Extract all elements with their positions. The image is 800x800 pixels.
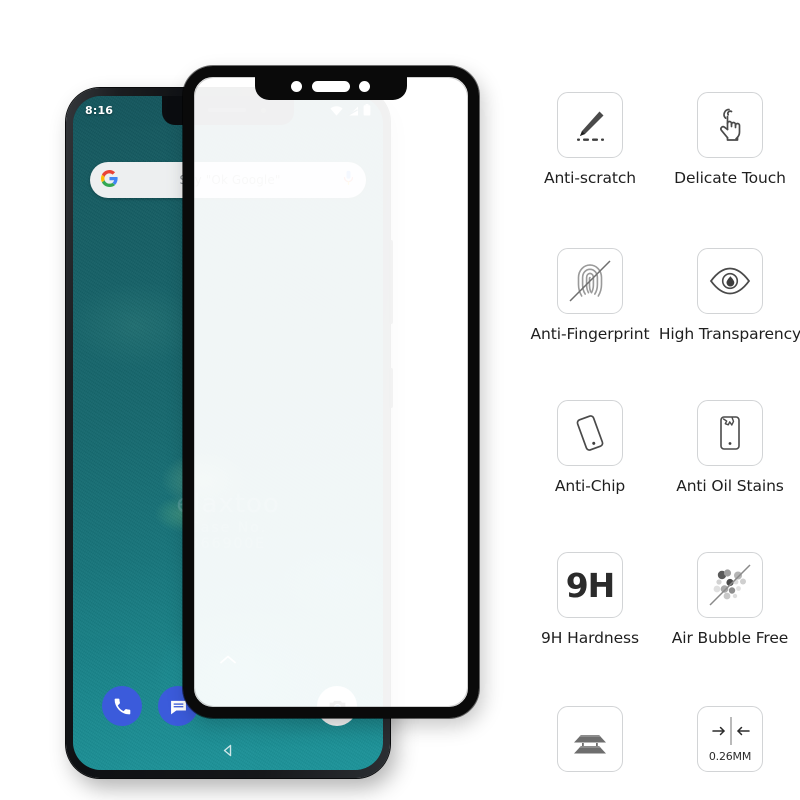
feature-label: Air Bubble Free — [671, 629, 789, 647]
feature-grid: Anti-scratch Delicate Touch Anti-Fingerp… — [520, 0, 800, 800]
thickness-arrows-icon: 0.26MM — [697, 706, 763, 772]
earpiece-cutout-icon — [312, 81, 350, 92]
feature-row: Anti-Fingerprint High Transparency — [520, 248, 800, 343]
front-camera-cutout-icon — [291, 81, 302, 92]
feature-anti-fingerprint: Anti-Fingerprint — [520, 248, 660, 343]
feature-label: Delicate Touch — [674, 169, 786, 187]
glass-inner-edge — [194, 77, 468, 707]
phone-showcase: 8:16 — [0, 0, 520, 800]
fingerprint-slash-icon — [557, 248, 623, 314]
phone-oil-splash-icon — [697, 400, 763, 466]
layered-glass-icon — [557, 706, 623, 772]
feature-thickness: 0.26MM — [660, 706, 800, 783]
google-logo-icon — [101, 169, 118, 191]
feature-layered-glass — [520, 706, 660, 783]
nine-h-label: 9H — [565, 565, 616, 605]
feature-label: Anti-Chip — [554, 477, 626, 495]
bubbles-slash-icon — [697, 552, 763, 618]
feature-row: 9H 9H Hardness Air Bubble Free — [520, 552, 800, 647]
glass-screen-protector — [183, 66, 479, 718]
back-triangle-icon[interactable] — [222, 742, 235, 761]
thickness-value: 0.26MM — [708, 750, 752, 763]
feature-anti-oil-stains: Anti Oil Stains — [660, 400, 800, 495]
feature-row: Anti-Chip Anti Oil Stains — [520, 400, 800, 495]
feature-label: Anti-scratch — [543, 169, 637, 187]
feature-anti-scratch: Anti-scratch — [520, 92, 660, 187]
feature-row: 0.26MM — [520, 706, 800, 783]
feature-delicate-touch: Delicate Touch — [660, 92, 800, 187]
glass-notch-bridge — [255, 66, 407, 100]
status-time: 8:16 — [85, 104, 114, 117]
phone-app-icon[interactable] — [102, 686, 142, 726]
pen-scratch-icon — [557, 92, 623, 158]
nine-h-text-icon: 9H — [557, 552, 623, 618]
tap-hand-icon — [697, 92, 763, 158]
feature-row: Anti-scratch Delicate Touch — [520, 92, 800, 187]
feature-label: High Transparency — [658, 325, 800, 343]
feature-9h-hardness: 9H 9H Hardness — [520, 552, 660, 647]
tilted-phone-icon — [557, 400, 623, 466]
feature-anti-chip: Anti-Chip — [520, 400, 660, 495]
feature-label: Anti-Fingerprint — [530, 325, 650, 343]
feature-high-transparency: High Transparency — [658, 248, 800, 343]
eye-icon — [697, 248, 763, 314]
feature-label: 9H Hardness — [541, 629, 639, 647]
feature-label: Anti Oil Stains — [676, 477, 784, 495]
sensor-cutout-icon — [359, 81, 370, 92]
feature-air-bubble-free: Air Bubble Free — [660, 552, 800, 647]
